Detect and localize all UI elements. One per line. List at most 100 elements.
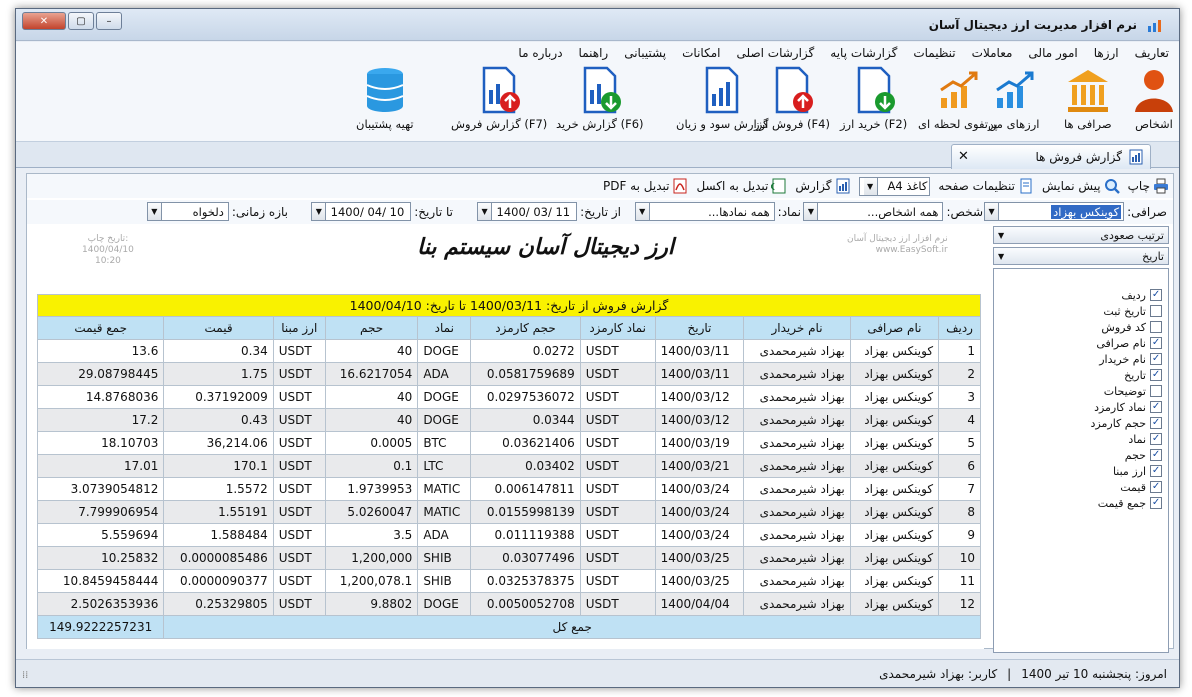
symbol-select[interactable]: همه نمادها... ▼ bbox=[634, 202, 775, 221]
column-toggle[interactable]: ✓ جمع قیمت bbox=[994, 495, 1168, 511]
table-cell: بهزاد شیرمحمدی bbox=[743, 385, 851, 409]
column-toggle[interactable]: ✓ حجم کارمزد bbox=[994, 415, 1168, 431]
table-row: 3 کوینکس بهزاد بهزاد شیرمحمدی 1400/03/12 USD… bbox=[36, 385, 981, 409]
checkbox[interactable] bbox=[1150, 305, 1162, 317]
column-toggle[interactable]: ✓ نماد bbox=[994, 431, 1168, 447]
ribbon-button[interactable]: خرید ارز (F2) bbox=[840, 66, 907, 140]
table-cell: 1400/03/21 bbox=[654, 454, 745, 478]
table-cell: 1.75 bbox=[163, 362, 274, 386]
checkbox[interactable]: ✓ bbox=[1150, 353, 1162, 365]
menu-item[interactable]: ارزها bbox=[1094, 46, 1119, 60]
table-row: 11 کوینکس بهزاد بهزاد شیرمحمدی 1400/03/25 US… bbox=[36, 569, 981, 593]
page-settings-button[interactable]: تنظیمات صفحه bbox=[938, 178, 1034, 194]
table-cell: بهزاد شیرمحمدی bbox=[743, 546, 851, 570]
table-cell: کوینکس بهزاد bbox=[849, 385, 940, 409]
pdf-icon bbox=[673, 178, 687, 194]
column-toggle[interactable]: توضیحات bbox=[994, 383, 1168, 399]
ribbon-button[interactable]: گزارش خرید (F6) bbox=[556, 66, 644, 140]
table-cell: ADA bbox=[417, 523, 472, 547]
table-cell: USDT bbox=[272, 500, 326, 524]
table-cell: MATIC bbox=[417, 477, 472, 501]
tab-sales-report[interactable]: گزارش فروش ها ✕ bbox=[951, 144, 1151, 169]
column-toggle-label: توضیحات bbox=[1103, 384, 1146, 398]
checkbox[interactable]: ✓ bbox=[1150, 433, 1162, 445]
ribbon-label: گزارش فروش (F7) bbox=[451, 117, 548, 131]
table-cell: 5.559694 bbox=[36, 523, 165, 547]
menu-item[interactable]: گزارشات اصلی bbox=[736, 46, 814, 60]
to-date-picker[interactable]: 1400/ 04/ 10 ▼ bbox=[311, 202, 412, 221]
column-toggle[interactable]: ✓ قیمت bbox=[994, 479, 1168, 495]
ribbon-button[interactable]: گزارش فروش (F7) bbox=[451, 66, 547, 140]
column-toggle[interactable]: کد فروش bbox=[994, 319, 1168, 335]
checkbox[interactable] bbox=[1150, 321, 1162, 333]
table-cell: 10 bbox=[938, 546, 981, 570]
checkbox[interactable]: ✓ bbox=[1150, 369, 1162, 381]
exchange-select[interactable]: کوینکس بهزاد ▼ bbox=[984, 202, 1125, 221]
excel-export-button[interactable]: X تبدیل به اکسل bbox=[696, 178, 787, 194]
chevron-down-icon: ▼ bbox=[478, 203, 493, 220]
column-toggle[interactable]: ✓ حجم bbox=[994, 447, 1168, 463]
column-header: جمع قیمت bbox=[36, 316, 165, 340]
menu-item[interactable]: تعاریف bbox=[1135, 46, 1169, 60]
checkbox[interactable]: ✓ bbox=[1150, 289, 1162, 301]
menu-item[interactable]: درباره ما bbox=[518, 46, 562, 60]
period-select[interactable]: دلخواه ▼ bbox=[146, 202, 229, 221]
maximize-button[interactable]: ▢ bbox=[68, 12, 94, 30]
column-toggle[interactable]: ✓ تاریخ bbox=[994, 367, 1168, 383]
sort-order-value: ترتیب صعودی bbox=[1100, 228, 1164, 242]
ribbon-button[interactable]: اشخاص bbox=[1131, 66, 1177, 140]
checkbox[interactable]: ✓ bbox=[1150, 497, 1162, 509]
resize-grip-icon[interactable]: ⁞⁞ bbox=[22, 670, 28, 681]
column-toggle[interactable]: ✓ ردیف bbox=[994, 287, 1168, 303]
column-toggle[interactable]: تاریخ ثبت bbox=[994, 303, 1168, 319]
table-cell: 0.0325378375 bbox=[470, 569, 581, 593]
report-toolbar: چاپ پیش نمایش تنظیمات صفحه کاغذ A4 ▼ گزا… bbox=[27, 174, 1173, 198]
checkbox[interactable]: ✓ bbox=[1150, 465, 1162, 477]
menu-item[interactable]: گزارشات پایه bbox=[830, 46, 897, 60]
close-tab-icon[interactable]: ✕ bbox=[958, 149, 969, 164]
minimize-button[interactable]: – bbox=[96, 12, 122, 30]
person-label: شخص: bbox=[946, 204, 983, 219]
table-cell: USDT bbox=[272, 477, 326, 501]
paper-size-select[interactable]: کاغذ A4 ▼ bbox=[858, 176, 931, 196]
ribbon-button[interactable]: پرتفوی لحظه ای bbox=[918, 66, 998, 140]
column-toggle[interactable]: ✓ نماد کارمزد bbox=[994, 399, 1168, 415]
column-toggle[interactable]: ✓ نام خریدار bbox=[994, 351, 1168, 367]
person-select[interactable]: همه اشخاص... ▼ bbox=[803, 202, 944, 221]
menu-item[interactable]: امکانات bbox=[682, 46, 720, 60]
sort-field-select[interactable]: تاریخ ▼ bbox=[993, 247, 1169, 265]
checkbox[interactable] bbox=[1150, 385, 1162, 397]
preview-button[interactable]: پیش نمایش bbox=[1042, 178, 1120, 194]
checkbox[interactable]: ✓ bbox=[1150, 337, 1162, 349]
checkbox[interactable]: ✓ bbox=[1150, 449, 1162, 461]
menu-item[interactable]: امور مالی bbox=[1028, 46, 1077, 60]
ribbon-button[interactable]: صرافی ها bbox=[1064, 66, 1112, 140]
close-button[interactable]: ✕ bbox=[22, 12, 66, 30]
table-cell: 0.0155998139 bbox=[470, 500, 581, 524]
ribbon-button[interactable]: تهیه پشتیبان bbox=[356, 66, 414, 140]
column-toggle-label: نماد کارمزد bbox=[1094, 400, 1146, 414]
checkbox[interactable]: ✓ bbox=[1150, 401, 1162, 413]
menu-item[interactable]: راهنما bbox=[579, 46, 609, 60]
report-button[interactable]: گزارش bbox=[795, 178, 850, 194]
column-header: ارز مبنا bbox=[272, 316, 326, 340]
menu-item[interactable]: تنظیمات bbox=[913, 46, 955, 60]
table-cell: 1.9739953 bbox=[324, 477, 419, 501]
table-cell: DOGE bbox=[417, 385, 472, 409]
menu-item[interactable]: پشتیبانی bbox=[624, 46, 666, 60]
table-cell: 7.799906954 bbox=[36, 500, 165, 524]
symbol-filter: نماد: همه نمادها... ▼ bbox=[634, 202, 801, 221]
sort-order-select[interactable]: ترتیب صعودی ▼ bbox=[993, 226, 1169, 244]
from-date-picker[interactable]: 1400/ 03/ 11 ▼ bbox=[477, 202, 578, 221]
column-toggle[interactable]: ✓ نام صرافی bbox=[994, 335, 1168, 351]
ribbon-button[interactable]: گزارش سود و زیان bbox=[676, 66, 769, 140]
chevron-down-icon: ▼ bbox=[635, 203, 650, 220]
checkbox[interactable]: ✓ bbox=[1150, 417, 1162, 429]
pdf-export-button[interactable]: تبدیل به PDF bbox=[603, 178, 688, 194]
print-button[interactable]: چاپ bbox=[1128, 178, 1169, 194]
report-logo: ارز دیجیتال آسان سیستم بنا bbox=[417, 234, 674, 260]
menu-item[interactable]: معاملات bbox=[972, 46, 1013, 60]
table-cell: USDT bbox=[272, 431, 326, 455]
checkbox[interactable]: ✓ bbox=[1150, 481, 1162, 493]
column-toggle[interactable]: ✓ ارز مبنا bbox=[994, 463, 1168, 479]
